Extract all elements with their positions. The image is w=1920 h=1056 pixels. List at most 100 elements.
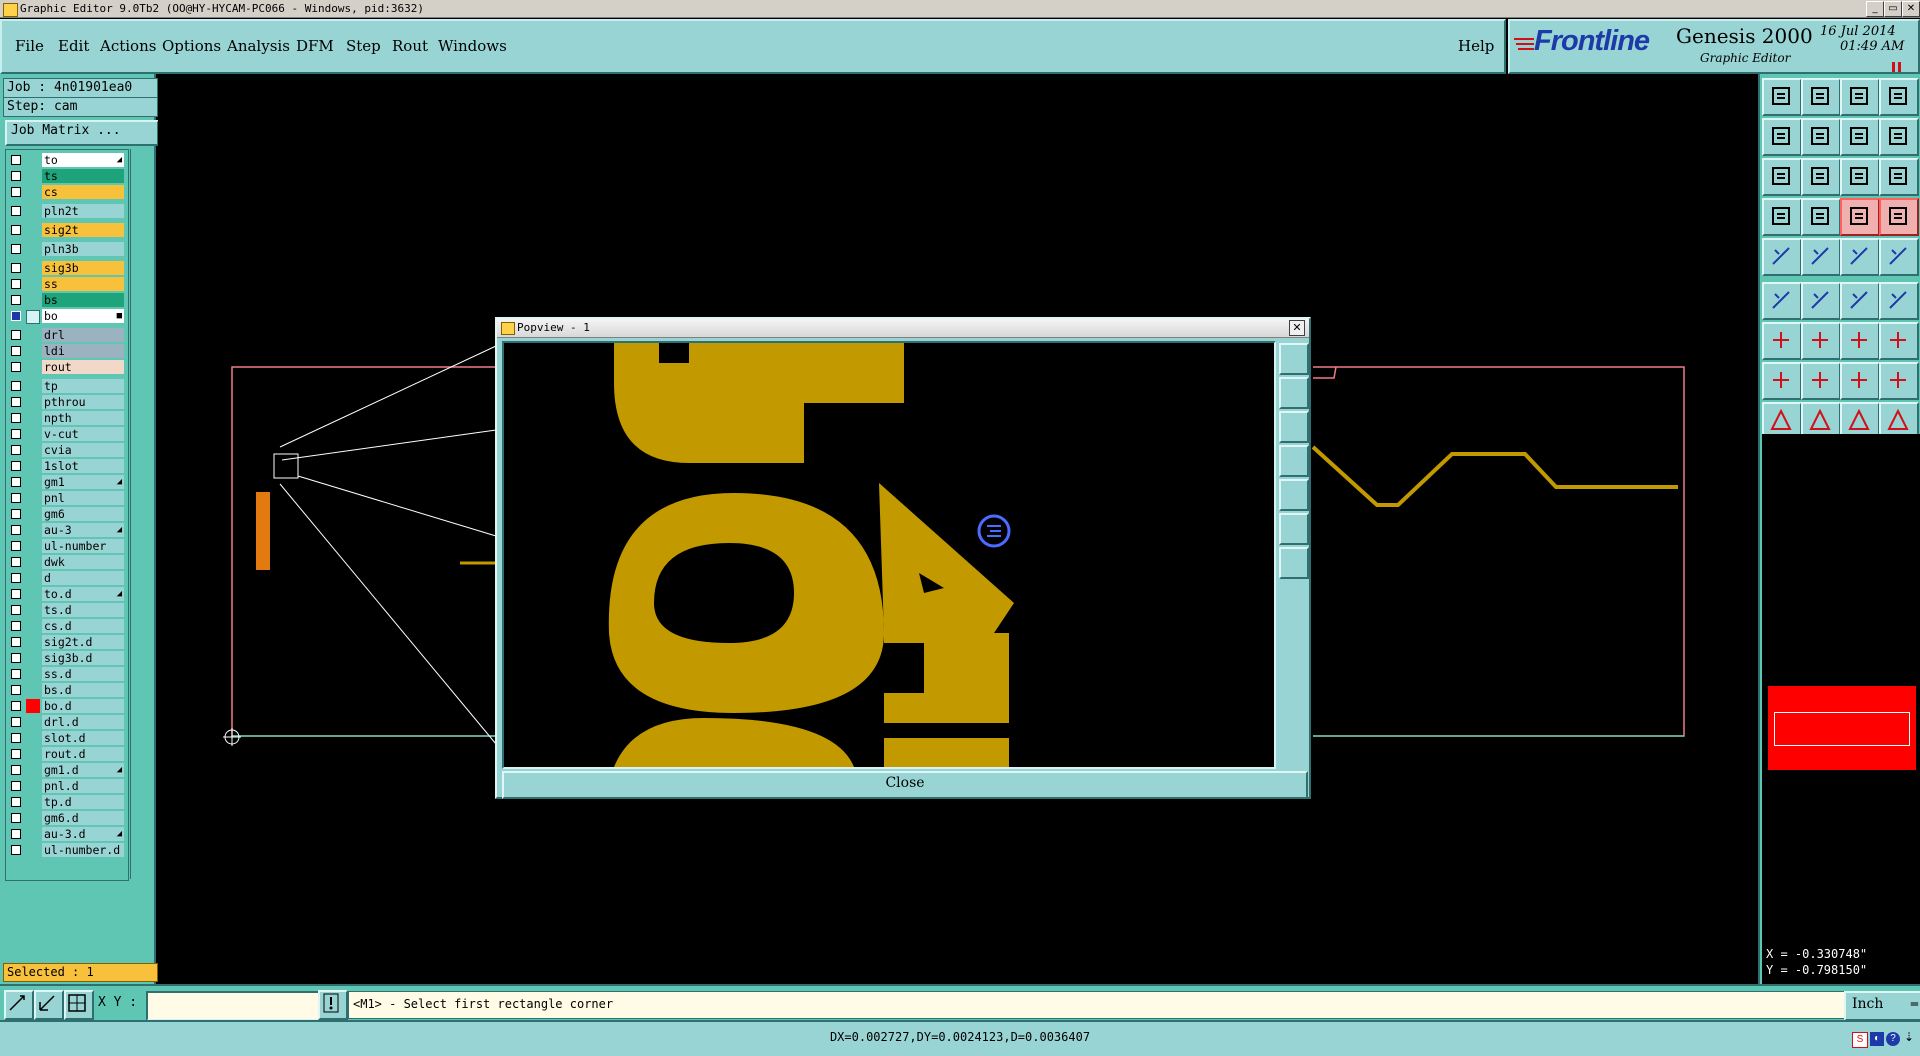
popview-home-button[interactable] xyxy=(1279,547,1309,579)
layer-row[interactable]: ts xyxy=(8,169,126,183)
layer-checkbox[interactable] xyxy=(11,477,21,487)
layer-checkbox[interactable] xyxy=(11,155,21,165)
copy-features-button[interactable] xyxy=(1879,362,1919,400)
scale-button[interactable] xyxy=(1840,158,1880,196)
layer-checkbox[interactable] xyxy=(11,244,21,254)
layer-row[interactable]: sig3b.d xyxy=(8,651,126,665)
layer-row[interactable]: sig2t xyxy=(8,223,126,237)
layer-checkbox[interactable] xyxy=(11,263,21,273)
layer-row[interactable]: pnl xyxy=(8,491,126,505)
layer-checkbox[interactable] xyxy=(11,225,21,235)
layer-checkbox[interactable] xyxy=(11,493,21,503)
units-select[interactable]: Inch ═ xyxy=(1844,991,1920,1021)
layer-row[interactable]: pthrou xyxy=(8,395,126,409)
popview-zoom-area-button[interactable] xyxy=(1279,513,1309,545)
move-feature-button[interactable] xyxy=(1840,282,1880,320)
layer-checkbox[interactable] xyxy=(11,295,21,305)
layer-checkbox[interactable] xyxy=(11,541,21,551)
measure-ruler-button[interactable] xyxy=(1840,238,1880,276)
layer-row[interactable]: tp xyxy=(8,379,126,393)
menu-step[interactable]: Step xyxy=(346,37,381,55)
menu-windows[interactable]: Windows xyxy=(438,37,507,55)
layer-row[interactable]: ul-number xyxy=(8,539,126,553)
open-job-button[interactable] xyxy=(1762,78,1802,116)
popview-zoom-in-button[interactable] xyxy=(1279,377,1309,409)
maximize-button[interactable]: ▭ xyxy=(1884,1,1902,17)
layer-row[interactable]: rout xyxy=(8,360,126,374)
layer-checkbox[interactable] xyxy=(11,397,21,407)
alert-button[interactable] xyxy=(318,990,348,1020)
pan-right-button[interactable] xyxy=(1801,118,1841,156)
layer-checkbox[interactable] xyxy=(11,749,21,759)
layer-checkbox[interactable] xyxy=(11,829,21,839)
layer-checkbox[interactable] xyxy=(11,685,21,695)
menu-dfm[interactable]: DFM xyxy=(296,37,334,55)
layer-row[interactable]: to.d ◢ xyxy=(8,587,126,601)
grid-mode-button[interactable] xyxy=(64,990,94,1020)
menu-help[interactable]: Help xyxy=(1458,37,1494,55)
select-net-button[interactable] xyxy=(1762,362,1802,400)
snap-mode-button[interactable] xyxy=(4,990,34,1020)
xy-input[interactable] xyxy=(146,991,322,1021)
layer-row[interactable]: drl xyxy=(8,328,126,342)
layer-row[interactable]: v-cut xyxy=(8,427,126,441)
layer-row[interactable]: au-3 ◢ xyxy=(8,523,126,537)
pan-left-button[interactable] xyxy=(1762,118,1802,156)
layer-row[interactable]: to ◢ xyxy=(8,153,126,167)
layer-row[interactable]: gm6 xyxy=(8,507,126,521)
zoom-home-button[interactable] xyxy=(1801,158,1841,196)
minimize-button[interactable]: _ xyxy=(1866,1,1884,17)
layer-row[interactable]: bo ■ xyxy=(8,309,126,324)
tray-arrow-icon[interactable]: ⇣ xyxy=(1904,1030,1914,1044)
overview-map[interactable] xyxy=(1762,434,1920,1024)
layer-checkbox[interactable] xyxy=(11,797,21,807)
ime-icon[interactable]: S xyxy=(1852,1032,1868,1048)
layer-compare-button[interactable] xyxy=(1840,198,1880,236)
layer-checkbox[interactable] xyxy=(11,557,21,567)
layer-checkbox[interactable] xyxy=(11,206,21,216)
layer-checkbox[interactable] xyxy=(11,621,21,631)
menu-options[interactable]: Options xyxy=(162,37,221,55)
align-button[interactable] xyxy=(1840,362,1880,400)
layer-row[interactable]: ts.d xyxy=(8,603,126,617)
layer-row[interactable]: gm1 ◢ xyxy=(8,475,126,489)
menu-actions[interactable]: Actions xyxy=(100,37,156,55)
layer-scrollbar[interactable] xyxy=(130,149,153,879)
layer-checkbox[interactable] xyxy=(11,781,21,791)
layer-checkbox[interactable] xyxy=(11,637,21,647)
redo-view-button[interactable] xyxy=(1879,118,1919,156)
layer-checkbox[interactable] xyxy=(11,765,21,775)
popview-canvas[interactable] xyxy=(502,341,1276,769)
undo-view-button[interactable] xyxy=(1840,118,1880,156)
layer-row[interactable]: pln2t xyxy=(8,204,126,218)
layer-row[interactable]: sig2t.d xyxy=(8,635,126,649)
popview-close-button[interactable]: Close xyxy=(502,771,1308,799)
layer-checkbox[interactable] xyxy=(11,669,21,679)
layer-row[interactable]: 1slot xyxy=(8,459,126,473)
save-job-button[interactable] xyxy=(1801,78,1841,116)
pause-icon[interactable] xyxy=(1892,57,1902,72)
layer-row[interactable]: cvia xyxy=(8,443,126,457)
zoom-fit-button[interactable] xyxy=(1762,158,1802,196)
measure-mode-button[interactable] xyxy=(34,990,64,1020)
layer-row[interactable]: npth xyxy=(8,411,126,425)
layer-row[interactable]: sig3b xyxy=(8,261,126,275)
layer-checkbox[interactable] xyxy=(11,429,21,439)
layer-row[interactable]: dwk xyxy=(8,555,126,569)
query-button[interactable] xyxy=(1879,158,1919,196)
menu-analysis[interactable]: Analysis xyxy=(227,37,290,55)
layer-row[interactable]: pnl.d xyxy=(8,779,126,793)
popview-pan-right-button[interactable] xyxy=(1279,479,1309,511)
add-pad-button[interactable] xyxy=(1762,238,1802,276)
layer-row[interactable]: cs xyxy=(8,185,126,199)
menu-edit[interactable]: Edit xyxy=(58,37,89,55)
draw-arc-button[interactable] xyxy=(1801,322,1841,360)
layer-row[interactable]: pln3b xyxy=(8,242,126,256)
layer-row[interactable]: d xyxy=(8,571,126,585)
layer-checkbox[interactable] xyxy=(11,461,21,471)
layer-row[interactable]: cs.d xyxy=(8,619,126,633)
layer-checkbox[interactable] xyxy=(11,653,21,663)
layer-row[interactable]: slot.d xyxy=(8,731,126,745)
layer-checkbox[interactable] xyxy=(11,171,21,181)
popview-titlebar[interactable]: Popview - 1 ✕ xyxy=(497,319,1309,338)
